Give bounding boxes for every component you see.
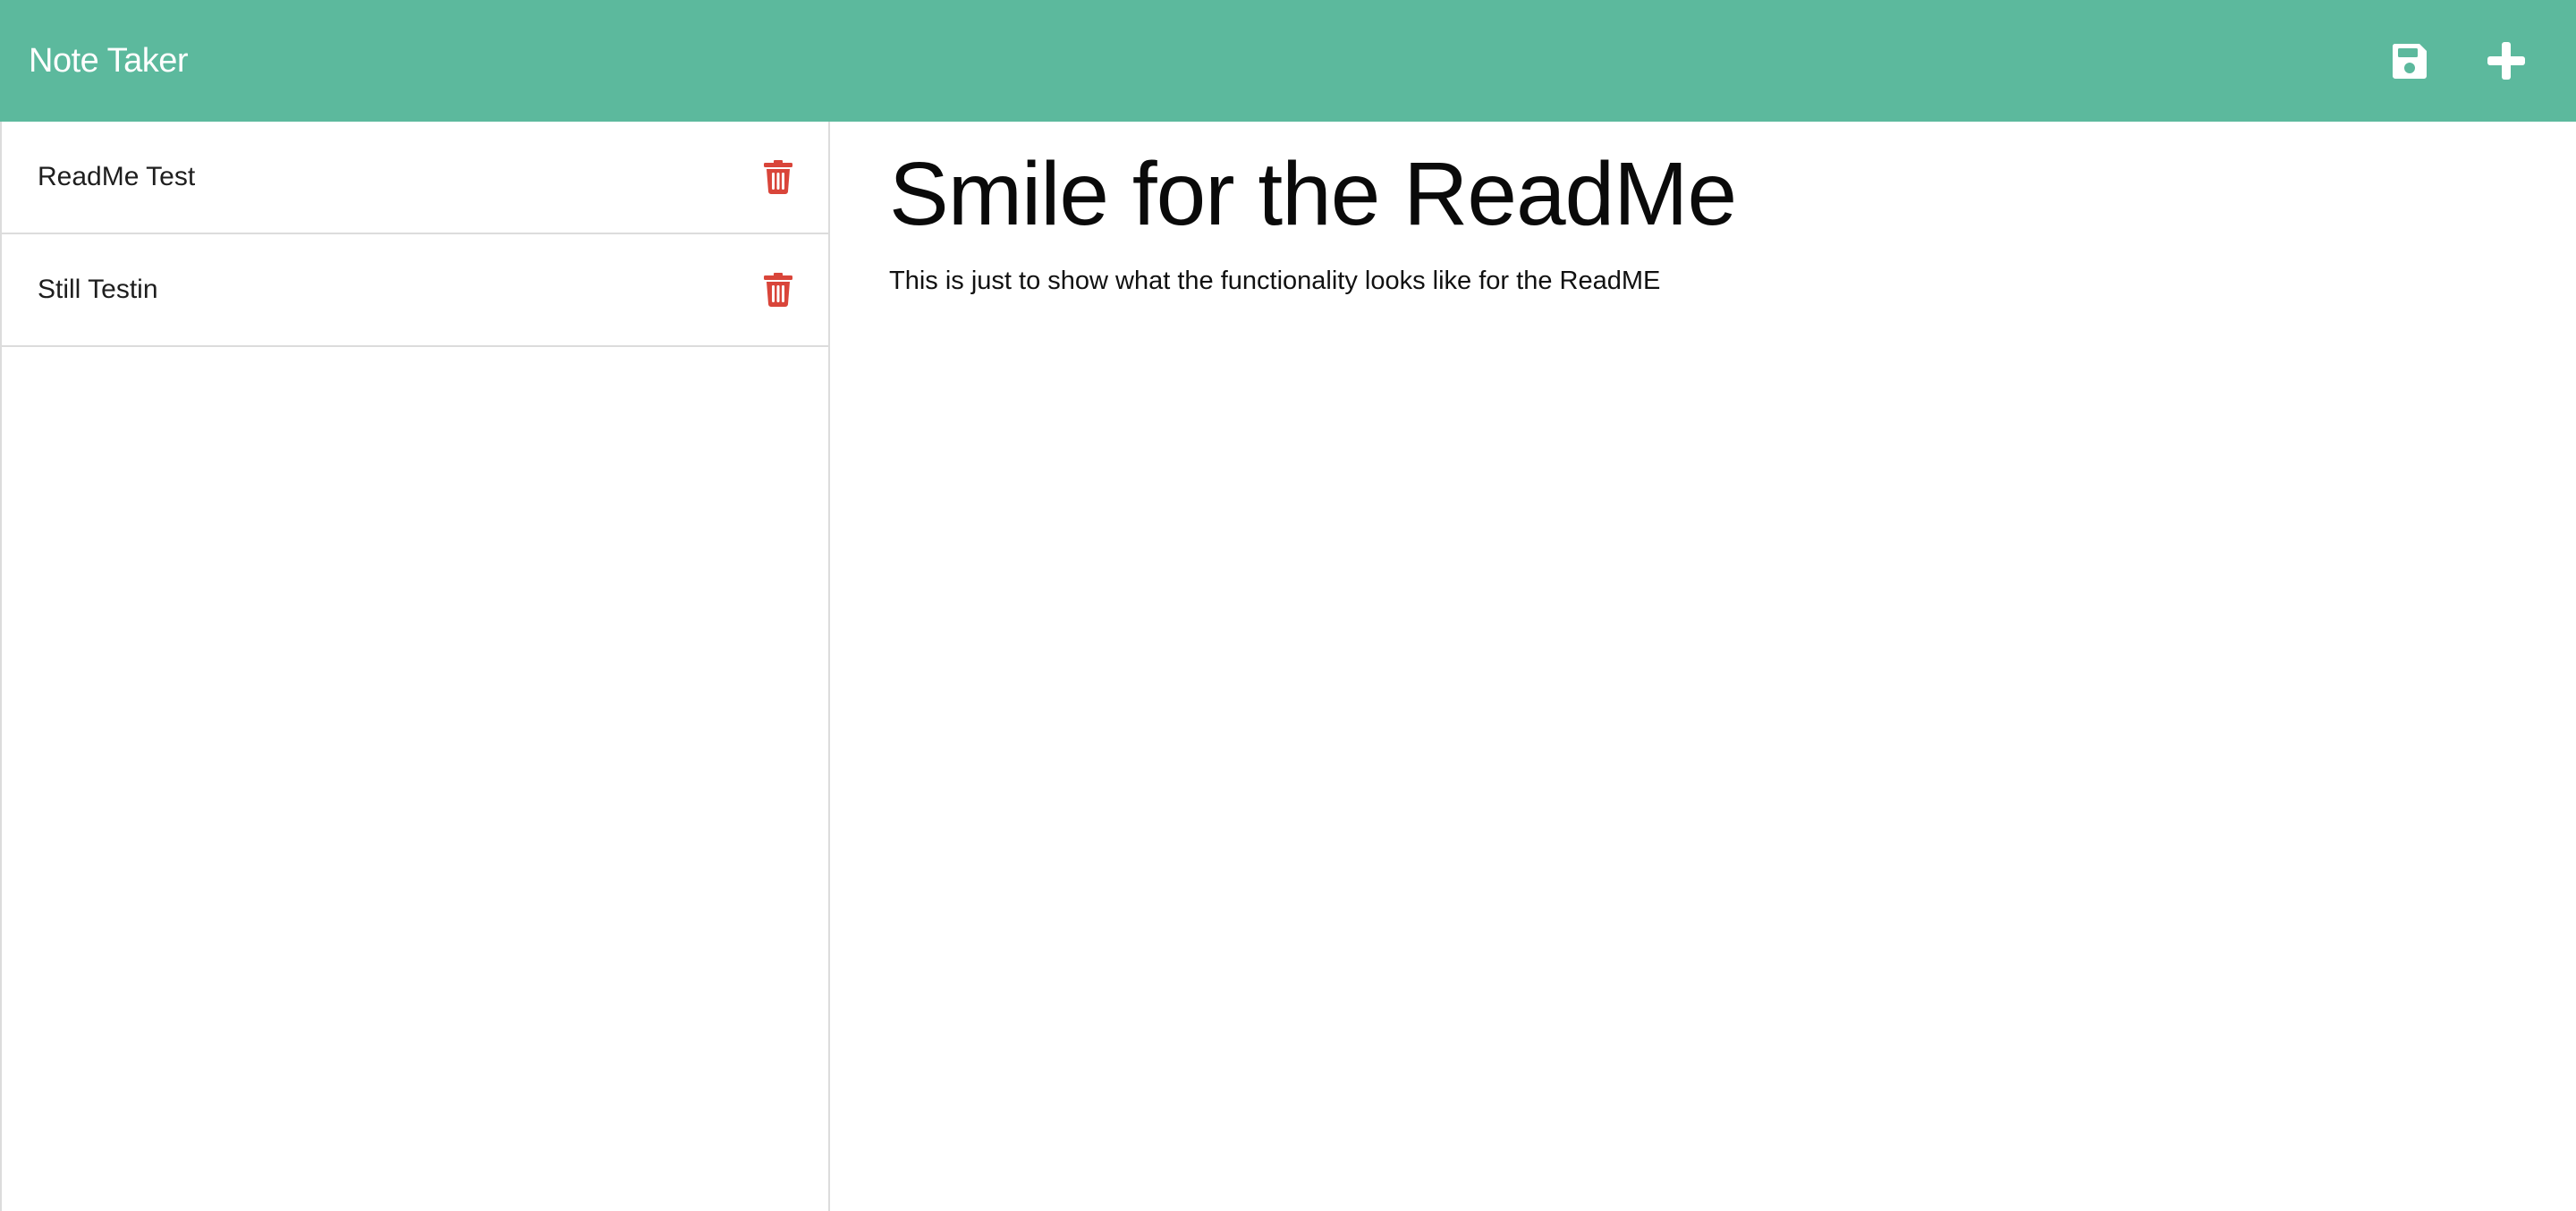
nav-actions	[2385, 36, 2547, 86]
plus-icon	[2487, 42, 2525, 80]
trash-icon	[764, 160, 792, 194]
notes-sidebar: ReadMe Test Still Testin	[0, 122, 830, 1211]
new-note-button[interactable]	[2481, 36, 2531, 86]
delete-note-button[interactable]	[762, 272, 794, 308]
save-note-button[interactable]	[2385, 36, 2435, 86]
delete-note-button[interactable]	[762, 159, 794, 195]
list-item[interactable]: Still Testin	[2, 234, 828, 347]
note-text-area[interactable]: This is just to show what the functional…	[889, 267, 2517, 296]
list-item[interactable]: ReadMe Test	[2, 122, 828, 234]
app-title[interactable]: Note Taker	[29, 42, 189, 80]
note-title[interactable]: Still Testin	[38, 275, 158, 305]
note-title[interactable]: ReadMe Test	[38, 162, 195, 192]
note-title-input[interactable]: Smile for the ReadMe	[889, 145, 2517, 243]
navbar: Note Taker	[0, 0, 2576, 122]
floppy-disk-icon	[2392, 44, 2427, 79]
note-editor: Smile for the ReadMe This is just to sho…	[830, 122, 2576, 1211]
trash-icon	[764, 273, 792, 307]
note-list: ReadMe Test Still Testin	[2, 122, 828, 347]
